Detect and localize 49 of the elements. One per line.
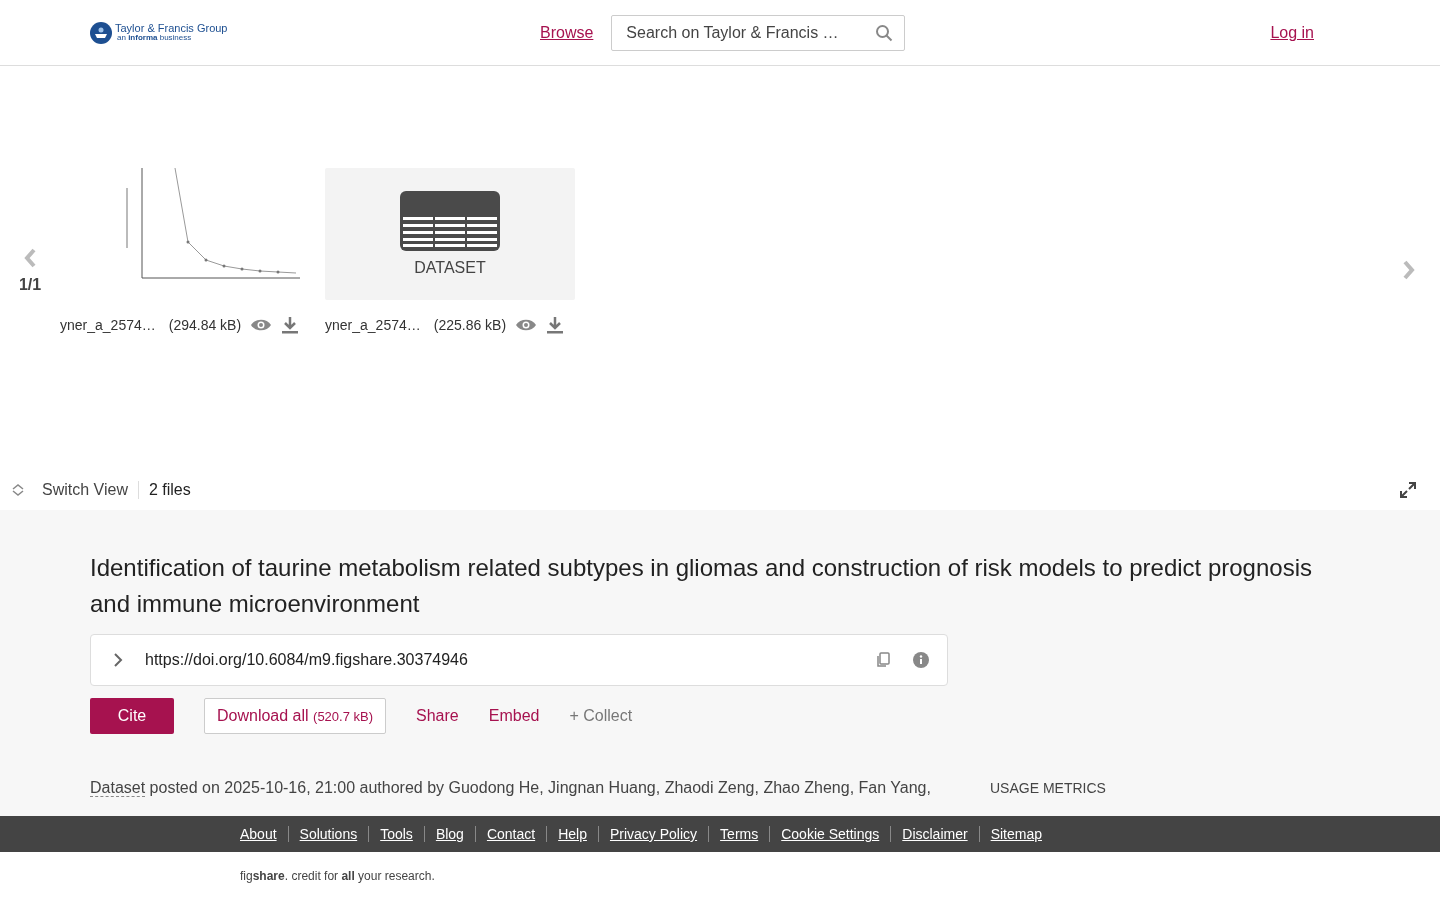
file-name[interactable]: yner_a_2574… (60, 317, 156, 333)
embed-link[interactable]: Embed (488, 707, 540, 725)
table-icon (400, 191, 500, 251)
search-icon[interactable] (875, 23, 894, 42)
info-icon[interactable] (913, 652, 929, 668)
download-icon[interactable] (281, 316, 300, 334)
logo-tagline: an informa business (117, 34, 193, 42)
logo-name: Taylor & Francis Group (115, 23, 228, 34)
footer-link[interactable]: Tools (380, 826, 413, 842)
file-type-label: DATASET (414, 259, 486, 277)
footer-link[interactable]: Sitemap (990, 826, 1042, 842)
doi-link[interactable]: https://doi.org/10.6084/m9.figshare.30374946 (145, 651, 853, 669)
footer-link[interactable]: Disclaimer (902, 826, 968, 842)
eye-icon[interactable] (250, 318, 273, 332)
file-count: 2 files (148, 481, 191, 499)
download-icon[interactable] (546, 316, 565, 334)
copy-icon[interactable] (875, 652, 891, 668)
eye-icon[interactable] (515, 318, 538, 332)
switch-view-icon[interactable] (12, 483, 24, 497)
usage-metrics-heading: USAGE METRICS (990, 779, 1106, 798)
file-size: (294.84 kB) (168, 317, 242, 333)
search-field[interactable]: Search on Taylor & Francis … (611, 14, 906, 51)
byline-text: posted on 2025-10-16, 21:00 authored by Guodong He, Jingnan Huang, Zhaodi Zeng, Zhao Zheng, Fan Yang, (149, 779, 931, 796)
footer-link[interactable]: Solutions (299, 826, 358, 842)
login-link[interactable]: Log in (1270, 23, 1314, 42)
cite-button[interactable]: Cite (90, 698, 174, 734)
footer-link[interactable]: Help (558, 826, 587, 842)
download-all-button[interactable]: Download all (520.7 kB) (204, 698, 387, 734)
footer-link[interactable]: Contact (486, 826, 536, 842)
footer-link[interactable]: Blog (435, 826, 464, 842)
page-indicator: 1/1 (18, 276, 42, 294)
expand-icon[interactable] (1400, 482, 1416, 498)
footer-link[interactable]: Cookie Settings (781, 826, 880, 842)
file-name[interactable]: yner_a_2574… (325, 317, 421, 333)
item-type[interactable]: Dataset (90, 779, 146, 797)
browse-link[interactable]: Browse (540, 23, 594, 42)
footer-link[interactable]: Terms (720, 826, 759, 842)
switch-view-button[interactable]: Switch View (42, 481, 128, 499)
dataset-thumbnail[interactable]: DATASET (325, 168, 575, 300)
collect-link[interactable]: + Collect (569, 707, 633, 725)
dataset-title: Identification of taurine metabolism related subtypes in gliomas and construction of risk models to predict prognosis and immune microenvironment (90, 553, 1313, 619)
footer-link[interactable]: Privacy Policy (609, 826, 698, 842)
footer-credit: figshare. credit for all your research. (240, 869, 435, 883)
chevron-left-icon[interactable] (23, 248, 37, 268)
logo-icon (90, 21, 112, 44)
share-link[interactable]: Share (416, 707, 459, 725)
footer-link[interactable]: About (240, 826, 277, 842)
chevron-right-icon[interactable] (113, 652, 123, 668)
file-size: (225.86 kB) (433, 317, 507, 333)
